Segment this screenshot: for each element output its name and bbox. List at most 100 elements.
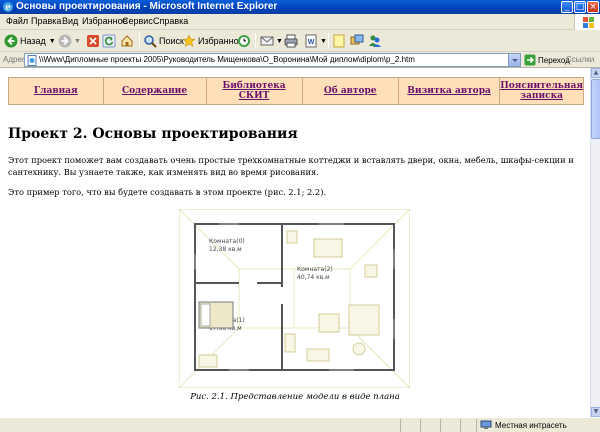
links-label[interactable]: Ссылки [566,55,594,64]
go-button[interactable]: Переход [524,54,570,66]
example-paragraph: Это пример того, что вы будете создавать… [8,187,327,197]
status-divider [400,419,401,432]
status-divider [440,419,441,432]
page-icon [27,55,37,66]
security-zone: Местная интрасеть [480,420,567,430]
room-0-area: 12,38 кв.м [209,246,242,253]
home-button[interactable] [120,32,136,50]
stop-icon [87,35,99,47]
history-button[interactable] [237,32,253,50]
page-title: Проект 2. Основы проектирования [8,126,298,142]
word-edit-icon: W [305,34,317,48]
menu-bar: Файл Правка Вид Избранное Сервис Справка [0,14,600,30]
nav-cell: Пояснительная записка [499,77,584,105]
discuss-button[interactable] [350,32,366,50]
toolbar-separator [139,33,140,49]
star-icon [182,34,196,48]
windows-logo-icon [574,14,600,30]
internet-explorer-icon: e [3,2,13,13]
close-button[interactable]: × [587,1,599,13]
chevron-down-icon: ▼ [320,37,327,45]
back-label: Назад [20,36,46,46]
nav-cell: Визитка автора [397,77,501,105]
menu-help[interactable]: Справка [153,16,188,26]
address-bar: Адрес: \\Www\Дипломные проекты 2005\Руко… [0,52,600,68]
print-button[interactable] [284,32,300,50]
toolbar: Назад ▼ ▼ Поиск Избранное ▼ W ▼ [0,30,600,52]
status-divider [460,419,461,432]
address-url: \\Www\Дипломные проекты 2005\Руководител… [39,55,415,64]
figure-caption: Рис. 2.1. Представление модели в виде пл… [190,392,400,402]
minimize-button[interactable]: _ [561,1,573,13]
nav-link-notes[interactable]: Пояснительная записка [500,81,583,101]
chevron-down-icon [512,59,518,62]
go-label: Переход [538,55,570,65]
note-icon [333,34,345,48]
nav-link-card[interactable]: Визитка автора [407,86,491,96]
menu-view[interactable]: Вид [62,16,78,26]
search-label: Поиск [159,36,184,46]
vertical-scrollbar[interactable]: ▲ ▼ [590,68,600,417]
address-input[interactable]: \\Www\Дипломные проекты 2005\Руководител… [24,53,521,67]
discuss-icon [350,34,364,45]
nav-cell: Содержание [102,77,207,105]
search-button[interactable]: Поиск [143,32,184,50]
intranet-icon [480,420,492,429]
status-divider [476,419,477,432]
chevron-down-icon: ▼ [74,37,81,45]
nav-link-library[interactable]: Библиотека СКИТ [223,81,286,101]
status-bar: Местная интрасеть [0,417,600,432]
maximize-button[interactable]: □ [574,1,586,13]
stop-button[interactable] [86,32,102,50]
edit-button[interactable]: W ▼ [304,32,327,50]
nav-cell: Главная [8,77,104,105]
messenger-button[interactable] [368,32,384,50]
favorites-button[interactable]: Избранное [182,32,244,50]
nav-cell: Библиотека СКИТ [205,77,303,105]
mail-icon [260,36,274,46]
menu-edit[interactable]: Правка [31,16,61,26]
nav-link-home[interactable]: Главная [34,86,78,96]
back-arrow-icon [4,34,18,48]
chevron-down-icon: ▼ [48,37,56,45]
go-arrow-icon [524,54,536,66]
forward-button[interactable]: ▼ [58,32,81,50]
refresh-button[interactable] [102,32,118,50]
site-nav: Главная Содержание Библиотека СКИТ Об ав… [8,77,584,105]
menu-favorites[interactable]: Избранное [82,16,128,26]
room-2-name: Комната(2) [297,266,333,273]
notes-button[interactable] [332,32,348,50]
status-divider [420,419,421,432]
messenger-icon [369,35,381,47]
address-dropdown-button[interactable] [508,54,520,66]
room-2-area: 40,74 кв.м [297,274,330,281]
search-icon [144,35,157,48]
scroll-up-button[interactable]: ▲ [591,68,600,78]
printer-icon [284,34,298,48]
room-0-name: Комната(0) [209,238,245,245]
floor-plan-image: Комната(0) 12,38 кв.м Комната(2) 40,74 к… [179,209,410,388]
nav-link-contents[interactable]: Содержание [122,86,187,96]
mail-button[interactable]: ▼ [260,32,283,50]
security-zone-label: Местная интрасеть [495,420,567,430]
refresh-icon [102,34,116,48]
scroll-down-button[interactable]: ▼ [591,407,600,417]
page-content: Главная Содержание Библиотека СКИТ Об ав… [0,68,590,417]
window-title: Основы проектирования - Microsoft Intern… [16,1,278,12]
toolbar-separator [255,33,256,49]
home-icon [121,35,133,47]
nav-link-about[interactable]: Об авторе [324,86,377,96]
forward-arrow-icon [58,34,72,48]
intro-paragraph: Этот проект поможет вам создавать очень … [8,155,574,177]
menu-tools[interactable]: Сервис [122,16,153,26]
history-icon [238,35,250,47]
nav-cell: Об авторе [301,77,399,105]
toolbar-separator [328,33,329,49]
back-button[interactable]: Назад ▼ [4,32,56,50]
svg-text:W: W [308,39,315,46]
scroll-thumb[interactable] [591,79,600,139]
svg-text:e: e [5,3,11,13]
chevron-down-icon: ▼ [276,37,283,45]
title-bar[interactable]: e Основы проектирования - Microsoft Inte… [0,0,600,14]
menu-file[interactable]: Файл [6,16,28,26]
